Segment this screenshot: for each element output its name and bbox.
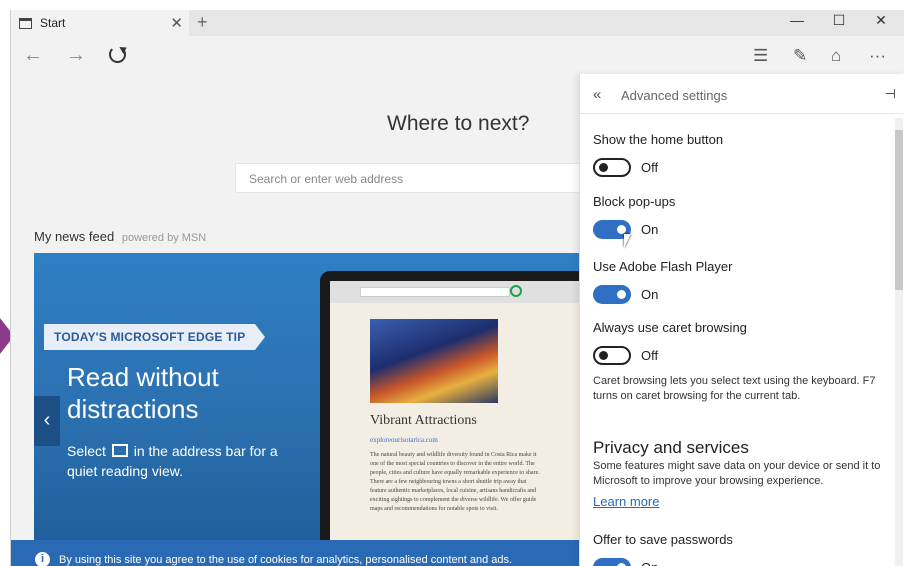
article-title: Vibrant Attractions — [370, 413, 477, 428]
info-icon: i — [35, 552, 50, 566]
tablet-url-field — [360, 287, 510, 297]
caret-state: Off — [641, 348, 659, 363]
toggle-knob — [599, 163, 608, 172]
back-chevron-icon[interactable]: « — [593, 86, 601, 103]
advanced-settings-pane: « Advanced settings ⊣ Show the home butt… — [579, 74, 904, 566]
article-photo — [370, 319, 498, 403]
popups-label: Block pop-ups — [593, 194, 676, 209]
caret-label: Always use caret browsing — [593, 320, 747, 335]
cookie-text: By using this site you agree to the use … — [59, 554, 513, 566]
browser-window: Start ✕ + — ☐ ✕ ← → ☰ ✎ ⌂ ··· Where to n… — [10, 10, 904, 566]
tip-label: TODAY'S MICROSOFT EDGE TIP — [44, 324, 266, 350]
flash-label: Use Adobe Flash Player — [593, 259, 733, 274]
tablet-screen: Vibrant Attractions exploreourisotarica.… — [330, 281, 588, 566]
new-tab-button[interactable]: + — [197, 12, 208, 33]
hero-sub-before: Select — [67, 443, 106, 459]
reading-view-icon — [510, 285, 522, 297]
toggle-knob — [617, 225, 626, 234]
news-feed-heading: My news feed powered by MSN — [34, 229, 206, 244]
tab-title: Start — [40, 16, 66, 30]
tab-start[interactable]: Start ✕ — [11, 10, 189, 36]
tablet-address-bar — [330, 281, 588, 303]
flash-toggle[interactable] — [593, 285, 631, 304]
pane-header: « Advanced settings ⊣ — [580, 74, 904, 114]
scrollbar-thumb[interactable] — [895, 130, 903, 290]
hero-headline[interactable]: Read without distractions — [67, 361, 219, 425]
reading-view-book-icon — [111, 444, 128, 457]
home-button-label: Show the home button — [593, 132, 724, 147]
share-icon[interactable]: ⌂ — [831, 46, 841, 66]
search-input[interactable]: Search or enter web address — [235, 163, 595, 193]
close-window-button[interactable]: ✕ — [861, 12, 901, 29]
refresh-icon[interactable] — [109, 46, 126, 63]
carousel-prev-button[interactable]: ‹ — [34, 396, 60, 446]
caret-hint: Caret browsing lets you select text usin… — [593, 375, 876, 402]
tab-page-icon — [19, 17, 32, 29]
pin-icon[interactable]: ⊣ — [885, 86, 896, 102]
tablet-illustration: Vibrant Attractions exploreourisotarica.… — [320, 271, 594, 566]
forward-arrow-icon[interactable]: → — [66, 44, 86, 67]
home-button-state: Off — [641, 160, 659, 175]
tab-close-icon[interactable]: ✕ — [170, 14, 183, 32]
passwords-state: On — [641, 560, 658, 566]
toggle-knob — [617, 290, 626, 299]
home-button-toggle[interactable] — [593, 158, 631, 177]
article-link: exploreourisotarica.com — [370, 436, 438, 444]
maximize-button[interactable]: ☐ — [819, 12, 859, 29]
page-title: Where to next? — [387, 112, 530, 135]
privacy-hint: Some features might save data on your de… — [593, 460, 881, 487]
minimize-button[interactable]: — — [777, 12, 817, 28]
more-icon[interactable]: ··· — [869, 46, 886, 66]
mouse-cursor-icon — [624, 234, 631, 248]
learn-more-link[interactable]: Learn more — [593, 494, 659, 509]
nav-bar: ← → ☰ ✎ ⌂ ··· — [11, 36, 904, 76]
caret-toggle[interactable] — [593, 346, 631, 365]
privacy-section-title: Privacy and services — [593, 438, 749, 457]
back-arrow-icon[interactable]: ← — [23, 44, 43, 67]
headline-line-2: distractions — [67, 394, 199, 424]
pane-title: Advanced settings — [621, 88, 728, 103]
passwords-label: Offer to save passwords — [593, 532, 733, 547]
toggle-knob — [599, 351, 608, 360]
hero-subtitle: Select in the address bar for a quiet re… — [67, 441, 307, 481]
headline-line-1: Read without — [67, 362, 219, 392]
article-body: The natural beauty and wildlife diversit… — [370, 452, 540, 512]
passwords-toggle[interactable] — [593, 558, 631, 566]
powered-by-label: powered by MSN — [121, 232, 207, 244]
popups-state: On — [641, 222, 659, 237]
title-bar: Start ✕ + — ☐ ✕ — [11, 10, 904, 36]
web-note-icon[interactable]: ✎ — [793, 46, 807, 66]
flash-state: On — [641, 287, 659, 302]
hub-icon[interactable]: ☰ — [753, 46, 768, 66]
news-feed-label: My news feed — [34, 229, 115, 244]
tip-carousel[interactable]: Vibrant Attractions exploreourisotarica.… — [34, 253, 594, 566]
